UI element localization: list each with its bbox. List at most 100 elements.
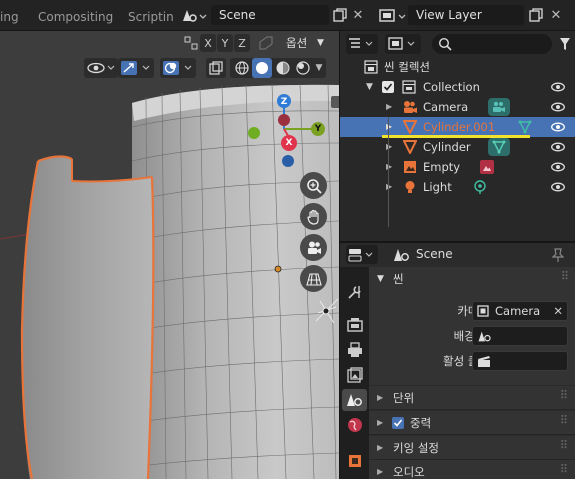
outliner-row-scene-collection[interactable]: 씬 컬렉션 [340, 57, 575, 77]
active-clip-field[interactable] [472, 351, 568, 371]
tab-view-layer[interactable] [342, 364, 367, 386]
tab-world[interactable] [342, 414, 367, 436]
expand-triangle-icon[interactable]: ▶ [386, 97, 392, 117]
tab-output[interactable] [342, 339, 367, 361]
close-icon[interactable]: ✕ [553, 302, 563, 320]
camera-data-icon[interactable] [488, 98, 510, 116]
chevron-down-icon: ▼ [317, 38, 324, 48]
new-view-layer-button[interactable] [527, 6, 545, 24]
keying-sets-section-header[interactable]: ▶ 키잉 설정 ⠿ [369, 436, 575, 460]
outliner-row-light[interactable]: ▶ Light [340, 177, 575, 197]
expand-triangle-icon[interactable]: ▼ [366, 77, 373, 97]
transform-affect-button[interactable] [182, 35, 199, 51]
properties-panel: Scene ▼ 씬 ⠿ 카메라 Camera ✕ 배경 [339, 241, 575, 479]
display-mode-button[interactable] [346, 34, 378, 54]
mirror-z-button[interactable]: Z [234, 34, 250, 52]
scene-icon [183, 10, 207, 22]
audio-section-header[interactable]: ▶ 오디오 ⠿ [369, 460, 575, 479]
mirror-y-button[interactable]: Y [217, 34, 233, 52]
mesh-data-icon[interactable] [488, 138, 510, 156]
scene-collection-icon [364, 60, 378, 74]
view-object-types-button[interactable] [84, 58, 118, 78]
background-scene-field[interactable] [472, 326, 568, 346]
zoom-view-button[interactable] [300, 172, 327, 199]
expand-triangle-icon[interactable]: ▶ [386, 177, 392, 197]
blender-window: ing Compositing Scriptin Scene ✕ View La… [0, 0, 575, 479]
scene-name-field[interactable]: Scene [211, 5, 329, 25]
drag-handle-icon[interactable]: ⠿ [560, 383, 568, 407]
filter-view-layer-button[interactable] [385, 34, 421, 54]
light-data-icon[interactable] [473, 180, 487, 194]
filter-button[interactable] [558, 34, 572, 54]
topology-mirror-button[interactable] [257, 34, 275, 52]
checkmark-icon [393, 419, 403, 427]
new-scene-button[interactable] [331, 6, 349, 24]
image-data-icon[interactable] [480, 160, 494, 174]
workspace-tab-compositing[interactable]: Compositing [38, 6, 114, 28]
pin-icon[interactable] [550, 247, 566, 263]
editor-type-button[interactable] [346, 245, 378, 264]
outliner-search-input[interactable] [432, 34, 552, 54]
outliner-row-collection[interactable]: ▼ Collection [340, 77, 575, 97]
xray-toggle-button[interactable] [206, 58, 226, 78]
eye-icon[interactable] [550, 137, 566, 157]
eye-icon[interactable] [550, 97, 566, 117]
mesh-object-icon [403, 120, 417, 134]
3d-viewport[interactable]: X Y Z 옵션 ▼ ▼ Z Y X [0, 31, 339, 479]
collection-icon [402, 80, 416, 94]
wireframe-shading-button[interactable] [232, 59, 252, 77]
drag-handle-icon[interactable]: ⠿ [560, 433, 568, 457]
overlays-toggle-button[interactable] [160, 58, 196, 78]
checkbox-icon[interactable] [382, 81, 394, 93]
view-layer-browse-button[interactable] [378, 6, 408, 26]
gravity-checkbox[interactable] [392, 417, 404, 429]
camera-view-button[interactable] [300, 234, 327, 261]
drag-handle-icon[interactable]: ⠿ [560, 408, 568, 432]
properties-context-label: Scene [416, 247, 453, 261]
outliner-row-cylinder-001[interactable]: ▶ Cylinder.001 [340, 117, 575, 137]
material-preview-button[interactable] [273, 59, 293, 77]
outliner-row-cylinder[interactable]: ▶ Cylinder [340, 137, 575, 157]
eye-icon[interactable] [550, 77, 566, 97]
units-section-header[interactable]: ▶ 단위 ⠿ [369, 386, 575, 410]
outliner-row-empty[interactable]: ▶ Empty [340, 157, 575, 177]
gizmo-toggle-button[interactable] [118, 58, 154, 78]
scene-browse-button[interactable] [180, 6, 208, 26]
expand-triangle-icon[interactable]: ▶ [386, 137, 392, 157]
expand-triangle-icon[interactable]: ▶ [386, 157, 392, 177]
shading-options-button[interactable]: ▼ [313, 59, 325, 77]
gravity-section-header[interactable]: ▶ 중력 ⠿ [369, 411, 575, 435]
eye-icon[interactable] [550, 177, 566, 197]
clip-icon [478, 356, 490, 367]
solid-shading-button[interactable] [252, 58, 272, 78]
camera-value: Camera [495, 304, 541, 318]
workspace-tab-rendering[interactable]: ing [0, 6, 26, 28]
expand-triangle-icon[interactable]: ▶ [386, 117, 392, 137]
xray-icon [209, 61, 223, 75]
scene-section-header[interactable]: ▼ 씬 ⠿ [369, 267, 575, 291]
drag-handle-icon[interactable]: ⠿ [560, 457, 568, 479]
pan-view-button[interactable] [300, 203, 327, 230]
delete-scene-button[interactable]: ✕ [350, 6, 366, 24]
tab-scene[interactable] [342, 389, 367, 411]
eye-icon[interactable] [550, 157, 566, 177]
mirror-x-button[interactable]: X [200, 34, 216, 52]
view-layer-name-field[interactable]: View Layer [408, 5, 524, 25]
tab-object[interactable] [342, 450, 367, 472]
delete-view-layer-button[interactable]: ✕ [548, 6, 564, 24]
tab-tool[interactable] [342, 281, 367, 303]
options-menu[interactable]: 옵션 ▼ [286, 34, 330, 52]
camera-field[interactable]: Camera ✕ [472, 301, 568, 321]
outliner-row-camera[interactable]: ▶ Camera [340, 97, 575, 117]
drag-handle-icon[interactable]: ⠿ [561, 264, 570, 288]
rendered-shading-button[interactable] [293, 59, 313, 77]
section-title: 단위 [393, 391, 415, 405]
eye-icon[interactable] [550, 117, 566, 137]
sidebar-toggle-tab[interactable] [331, 96, 339, 108]
toggle-projection-button[interactable] [300, 265, 327, 292]
workspace-tab-scripting[interactable]: Scriptin [128, 6, 174, 28]
funnel-icon [560, 38, 570, 50]
tab-render[interactable] [342, 314, 367, 336]
view-layer-icon [388, 37, 415, 50]
mesh-data-icon[interactable] [516, 119, 534, 135]
